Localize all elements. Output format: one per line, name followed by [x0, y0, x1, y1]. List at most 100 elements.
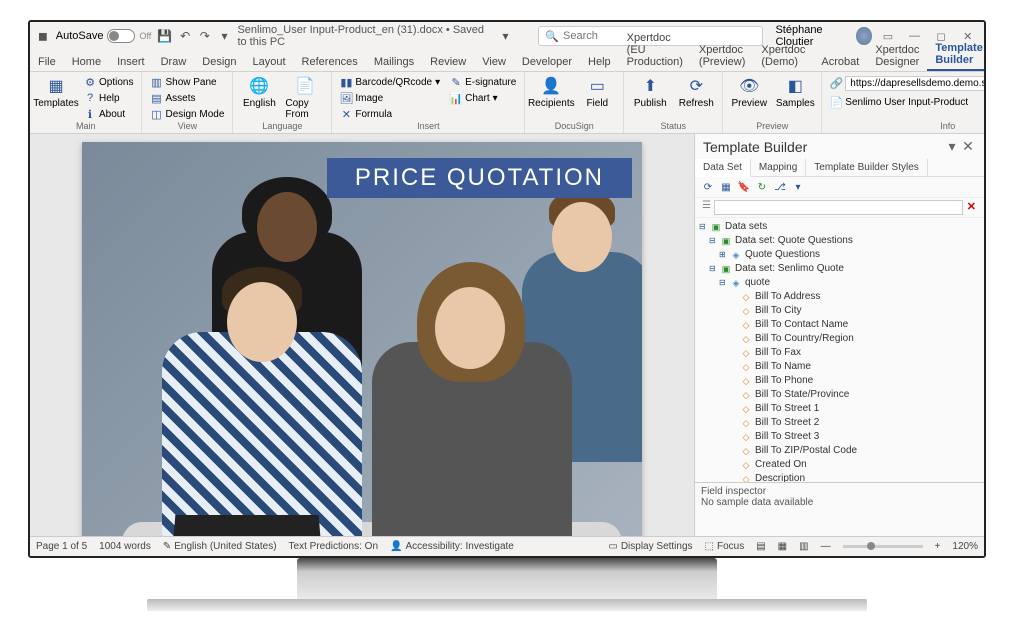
page-indicator[interactable]: Page 1 of 5 — [36, 541, 87, 552]
image-button[interactable]: 🖼Image — [338, 91, 442, 105]
tree-node[interactable]: ◇Bill To Address — [699, 290, 980, 304]
tab-file[interactable]: File — [30, 53, 64, 71]
accessibility-check[interactable]: 👤 Accessibility: Investigate — [390, 541, 514, 552]
tab-design[interactable]: Design — [194, 53, 244, 71]
tab-developer[interactable]: Developer — [514, 53, 580, 71]
word-count[interactable]: 1004 words — [99, 541, 151, 552]
tree-root[interactable]: ⊟▣Data sets — [699, 220, 980, 234]
tree-node[interactable]: ◇Bill To Street 3 — [699, 430, 980, 444]
panel-tab-data-set[interactable]: Data Set — [695, 159, 751, 177]
undo-icon[interactable]: ↶ — [178, 28, 192, 44]
tree-node[interactable]: ◇Bill To Name — [699, 360, 980, 374]
tree-expand-icon[interactable]: ▦ — [719, 180, 733, 194]
doc-dropdown-icon[interactable]: ▾ — [499, 28, 513, 44]
tree-node[interactable]: ◇Bill To ZIP/Postal Code — [699, 444, 980, 458]
tab-template-builder[interactable]: Template Builder — [927, 39, 986, 71]
view-print-icon[interactable]: ▦ — [778, 541, 787, 552]
tree-node[interactable]: ◇Bill To Country/Region — [699, 332, 980, 346]
focus-mode[interactable]: ⬚ Focus — [705, 541, 745, 552]
language-indicator[interactable]: ✎ English (United States) — [163, 541, 277, 552]
tab-layout[interactable]: Layout — [245, 53, 294, 71]
ribbon-tabs: FileHomeInsertDrawDesignLayoutReferences… — [30, 50, 984, 72]
assets-button[interactable]: ▤Assets — [148, 91, 226, 105]
design-mode-button[interactable]: ◫Design Mode — [148, 107, 226, 121]
zoom-out-icon[interactable]: — — [821, 541, 831, 552]
help-button[interactable]: ?Help — [82, 91, 135, 105]
tab-help[interactable]: Help — [580, 53, 619, 71]
templates-icon: ▦ — [45, 75, 67, 97]
tree-filter-input[interactable] — [714, 200, 963, 215]
toggle-pill[interactable] — [107, 29, 135, 43]
tree-node[interactable]: ◇Description — [699, 472, 980, 482]
autosave-toggle[interactable]: AutoSave Off — [56, 29, 152, 43]
tree-node[interactable]: ◇Bill To Fax — [699, 346, 980, 360]
document-canvas[interactable]: PRICE QUOTATION — [30, 134, 694, 536]
tree-node[interactable]: ◇Bill To Street 1 — [699, 402, 980, 416]
display-settings[interactable]: ▭ Display Settings — [608, 541, 692, 552]
chart-button[interactable]: 📊Chart ▾ — [448, 91, 518, 105]
tab-xpertdoc-demo-[interactable]: Xpertdoc (Demo) — [753, 41, 813, 71]
field-icon: ◇ — [740, 346, 752, 360]
group-label-language: Language — [239, 121, 325, 131]
publish-button[interactable]: ⬆Publish — [630, 75, 670, 109]
show-pane-button[interactable]: ▥Show Pane — [148, 75, 226, 89]
language-english-button[interactable]: 🌐English — [239, 75, 279, 109]
tree-dropdown-icon[interactable]: ▾ — [791, 180, 805, 194]
view-web-icon[interactable]: ▥ — [799, 541, 808, 552]
copy-from-button[interactable]: 📄Copy From — [285, 75, 325, 120]
tree-node[interactable]: ⊟◈quote — [699, 276, 980, 290]
field-button[interactable]: ▭Field — [577, 75, 617, 109]
samples-button[interactable]: ◧Samples — [775, 75, 815, 109]
tab-xpertdoc-designer[interactable]: Xpertdoc Designer — [867, 41, 927, 71]
tab-view[interactable]: View — [474, 53, 514, 71]
tree-loop-icon[interactable]: ↻ — [755, 180, 769, 194]
tab-insert[interactable]: Insert — [109, 53, 153, 71]
esignature-button[interactable]: ✎E-signature — [448, 75, 518, 89]
tree-node[interactable]: ⊞◈Quote Questions — [699, 248, 980, 262]
formula-button[interactable]: ✕Formula — [338, 107, 442, 121]
tree-node[interactable]: ⊟▣Data set: Senlimo Quote — [699, 262, 980, 276]
tree-refresh-icon[interactable]: ⟳ — [701, 180, 715, 194]
panel-dropdown-icon[interactable]: ▾ — [944, 138, 960, 155]
options-button[interactable]: ⚙Options — [82, 75, 135, 89]
panel-close-icon[interactable]: ✕ — [960, 138, 976, 155]
tab-draw[interactable]: Draw — [153, 53, 195, 71]
panel-tab-template-builder-styles[interactable]: Template Builder Styles — [806, 159, 928, 176]
zoom-level[interactable]: 120% — [952, 541, 978, 552]
templates-button[interactable]: ▦Templates — [36, 75, 76, 109]
tab-review[interactable]: Review — [422, 53, 474, 71]
autosave-state: Off — [139, 31, 151, 41]
tab-mailings[interactable]: Mailings — [366, 53, 422, 71]
barcode-button[interactable]: ▮▮Barcode/QRcode ▾ — [338, 75, 442, 89]
tree-node[interactable]: ⊟▣Data set: Quote Questions — [699, 234, 980, 248]
tree-node[interactable]: ◇Bill To Phone — [699, 374, 980, 388]
tab-references[interactable]: References — [294, 53, 366, 71]
tree-node[interactable]: ◇Bill To City — [699, 304, 980, 318]
zoom-in-icon[interactable]: + — [935, 541, 941, 552]
view-read-icon[interactable]: ▤ — [756, 541, 765, 552]
dataset-tree[interactable]: ⊟▣Data sets ⊟▣Data set: Quote Questions⊞… — [695, 218, 984, 482]
tab-home[interactable]: Home — [64, 53, 109, 71]
tree-node[interactable]: ◇Bill To Contact Name — [699, 318, 980, 332]
zoom-slider[interactable] — [843, 545, 923, 548]
tree-node[interactable]: ◇Created On — [699, 458, 980, 472]
recipients-button[interactable]: 👤Recipients — [531, 75, 571, 109]
tree-node[interactable]: ◇Bill To Street 2 — [699, 416, 980, 430]
preview-button[interactable]: 👁Preview — [729, 75, 769, 109]
tree-bookmark-icon[interactable]: 🔖 — [737, 180, 751, 194]
redo-icon[interactable]: ↷ — [198, 28, 212, 44]
tab-xpertdoc-preview-[interactable]: Xpertdoc (Preview) — [691, 41, 753, 71]
save-icon[interactable]: 💾 — [157, 28, 172, 44]
document-page[interactable]: PRICE QUOTATION — [82, 142, 642, 536]
about-button[interactable]: ℹAbout — [82, 107, 135, 121]
text-predictions[interactable]: Text Predictions: On — [289, 541, 378, 552]
filter-clear-icon[interactable]: ✕ — [963, 200, 980, 215]
tab-acrobat[interactable]: Acrobat — [813, 53, 867, 71]
panel-tab-mapping[interactable]: Mapping — [751, 159, 806, 176]
tab-xpertdoc-eu-production-[interactable]: Xpertdoc (EU Production) — [619, 29, 691, 71]
tree-node[interactable]: ◇Bill To State/Province — [699, 388, 980, 402]
qat-dropdown-icon[interactable]: ▾ — [218, 28, 232, 44]
tree-condition-icon[interactable]: ⎇ — [773, 180, 787, 194]
refresh-button[interactable]: ⟳Refresh — [676, 75, 716, 109]
dataset-icon: ▣ — [720, 234, 732, 248]
